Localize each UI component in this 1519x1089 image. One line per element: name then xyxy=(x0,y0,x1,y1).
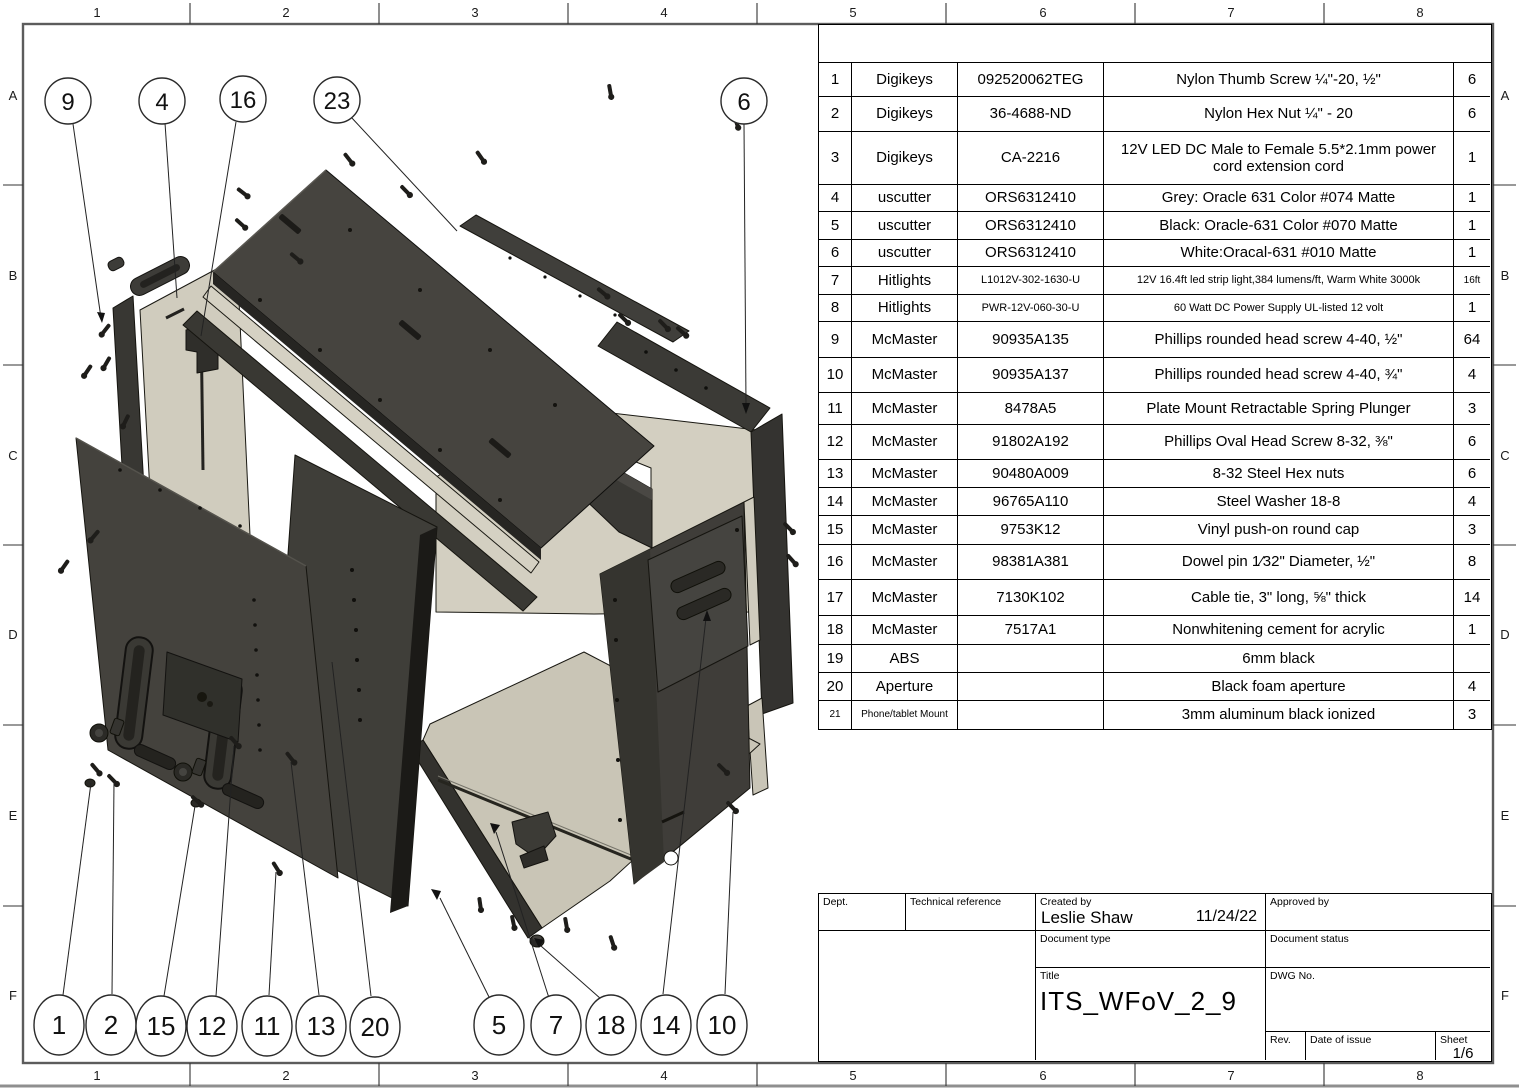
grid-col-label: 7 xyxy=(1227,1068,1234,1083)
svg-text:12: 12 xyxy=(198,1011,227,1041)
vinyl-cap xyxy=(85,779,95,787)
grid-row-label: D xyxy=(1500,627,1509,642)
grid-row-label: C xyxy=(8,448,17,463)
grid-row-label: B xyxy=(1501,268,1510,283)
grid-col-label: 1 xyxy=(93,1068,100,1083)
drawing-sheet: 1 2 3 4 5 6 7 8 1 2 3 4 5 6 7 8 A B C D … xyxy=(0,0,1519,1089)
grid-col-label: 8 xyxy=(1416,1068,1423,1083)
bom-row: 4uscutterORS6312410Grey: Oracle 631 Colo… xyxy=(819,185,1491,212)
svg-text:18: 18 xyxy=(597,1010,626,1040)
date-of-issue-cell: Date of issue xyxy=(1306,1032,1436,1060)
grid-row-label: E xyxy=(1501,808,1510,823)
sheet-number: 1/6 xyxy=(1436,1045,1490,1062)
exploded-assembly: 9 4 16 23 6 1 2 15 12 11 13 20 5 7 18 14… xyxy=(34,76,800,1057)
grid-col-label: 4 xyxy=(660,1068,667,1083)
doc-status-cell: Document status xyxy=(1266,931,1490,968)
svg-text:6: 6 xyxy=(737,89,750,116)
bom-row: 11McMaster8478A5Plate Mount Retractable … xyxy=(819,393,1491,425)
bom-row: 1Digikeys092520062TEGNylon Thumb Screw ¼… xyxy=(819,63,1491,97)
bom-row: 21Phone/tablet Mount3mm aluminum black i… xyxy=(819,701,1491,729)
bom-row: 6uscutterORS6312410White:Oracal-631 #010… xyxy=(819,240,1491,267)
svg-text:9: 9 xyxy=(61,89,74,116)
svg-text:10: 10 xyxy=(708,1010,737,1040)
bom-row: 3DigikeysCA-221612V LED DC Male to Femal… xyxy=(819,132,1491,185)
grid-col-label: 7 xyxy=(1227,5,1234,20)
grid-row-label: A xyxy=(1501,88,1510,103)
created-by-cell: Created by Leslie Shaw11/24/22 xyxy=(1036,894,1266,931)
grid-row-label: F xyxy=(1501,988,1509,1003)
edge-notch xyxy=(664,851,678,865)
svg-text:20: 20 xyxy=(361,1012,390,1042)
svg-text:16: 16 xyxy=(230,87,257,114)
approved-by-cell: Approved by xyxy=(1266,894,1490,931)
bom-row: 14McMaster96765A110Steel Washer 18-84 xyxy=(819,488,1491,516)
grid-col-label: 2 xyxy=(282,1068,289,1083)
grid-row-label: A xyxy=(9,88,18,103)
bom-row: 8HitlightsPWR-12V-060-30-U60 Watt DC Pow… xyxy=(819,295,1491,322)
grid-col-label: 1 xyxy=(93,5,100,20)
bom-row: 20ApertureBlack foam aperture4 xyxy=(819,673,1491,701)
doc-type-cell: Document type xyxy=(1036,931,1266,968)
drawing-title: ITS_WFoV_2_9 xyxy=(1036,984,1265,1019)
bom-row: 17McMaster7130K102Cable tie, 3" long, ⅝"… xyxy=(819,580,1491,616)
grid-col-label: 5 xyxy=(849,1068,856,1083)
grid-col-label: 3 xyxy=(471,1068,478,1083)
svg-text:7: 7 xyxy=(549,1010,563,1040)
bom-row: 16McMaster98381A381Dowel pin 1⁄32" Diame… xyxy=(819,545,1491,580)
bom-cell: Digikeys xyxy=(852,63,958,97)
grid-row-label: C xyxy=(1500,448,1509,463)
bom-row: 7HitlightsL1012V-302-1630-U12V 16.4ft le… xyxy=(819,267,1491,295)
tech-ref-cell: Technical reference xyxy=(906,894,1036,931)
grid-col-label: 2 xyxy=(282,5,289,20)
grid-row-label: F xyxy=(9,988,17,1003)
created-date-value: 11/24/22 xyxy=(1196,908,1257,928)
svg-text:2: 2 xyxy=(104,1010,118,1040)
svg-text:13: 13 xyxy=(307,1011,336,1041)
grid-col-label: 8 xyxy=(1416,5,1423,20)
bom-header-space xyxy=(819,25,1491,63)
bom-cell: Nylon Thumb Screw ¼"-20, ½" xyxy=(1104,63,1454,97)
dwg-no-cell: DWG No. xyxy=(1266,968,1490,1032)
empty-cell xyxy=(819,931,1036,1060)
grid-row-label: B xyxy=(9,268,18,283)
created-by-value: Leslie Shaw xyxy=(1041,908,1133,928)
grid-row-label: D xyxy=(8,627,17,642)
svg-text:5: 5 xyxy=(492,1010,506,1040)
bom-row: 10McMaster90935A137Phillips rounded head… xyxy=(819,358,1491,393)
svg-text:4: 4 xyxy=(155,89,168,116)
grid-col-label: 4 xyxy=(660,5,667,20)
sheet-cell: Sheet 1/6 xyxy=(1436,1032,1490,1060)
bom-row: 19ABS6mm black xyxy=(819,645,1491,673)
bom-cell: 092520062TEG xyxy=(958,63,1104,97)
title-cell: Title ITS_WFoV_2_9 xyxy=(1036,968,1266,1060)
grid-col-label: 6 xyxy=(1039,5,1046,20)
bom-row: 12McMaster91802A192Phillips Oval Head Sc… xyxy=(819,425,1491,460)
grid-col-label: 5 xyxy=(849,5,856,20)
svg-text:23: 23 xyxy=(324,88,351,115)
bom-row: 18McMaster7517A1Nonwhitening cement for … xyxy=(819,616,1491,645)
svg-text:14: 14 xyxy=(652,1010,681,1040)
bom-row: 2Digikeys36-4688-NDNylon Hex Nut ¼" - 20… xyxy=(819,97,1491,132)
grid-row-label: E xyxy=(9,808,18,823)
title-block: Dept. Technical reference Created by Les… xyxy=(818,893,1492,1062)
bom-table: 1Digikeys092520062TEGNylon Thumb Screw ¼… xyxy=(818,24,1492,730)
grid-col-label: 3 xyxy=(471,5,478,20)
top-cover-plate xyxy=(213,170,654,560)
bom-cell: 1 xyxy=(819,63,852,97)
bom-row: 13McMaster90480A0098-32 Steel Hex nuts6 xyxy=(819,460,1491,488)
bom-row: 15McMaster9753K12Vinyl push-on round cap… xyxy=(819,516,1491,545)
bom-cell: 6 xyxy=(1454,63,1490,97)
bom-row: 9McMaster90935A135Phillips rounded head … xyxy=(819,322,1491,358)
rev-cell: Rev. xyxy=(1266,1032,1306,1060)
dept-cell: Dept. xyxy=(819,894,906,931)
svg-text:1: 1 xyxy=(52,1010,66,1040)
svg-text:15: 15 xyxy=(147,1011,176,1041)
grid-col-label: 6 xyxy=(1039,1068,1046,1083)
bom-row: 5uscutterORS6312410Black: Oracle-631 Col… xyxy=(819,212,1491,240)
svg-text:11: 11 xyxy=(254,1011,281,1041)
